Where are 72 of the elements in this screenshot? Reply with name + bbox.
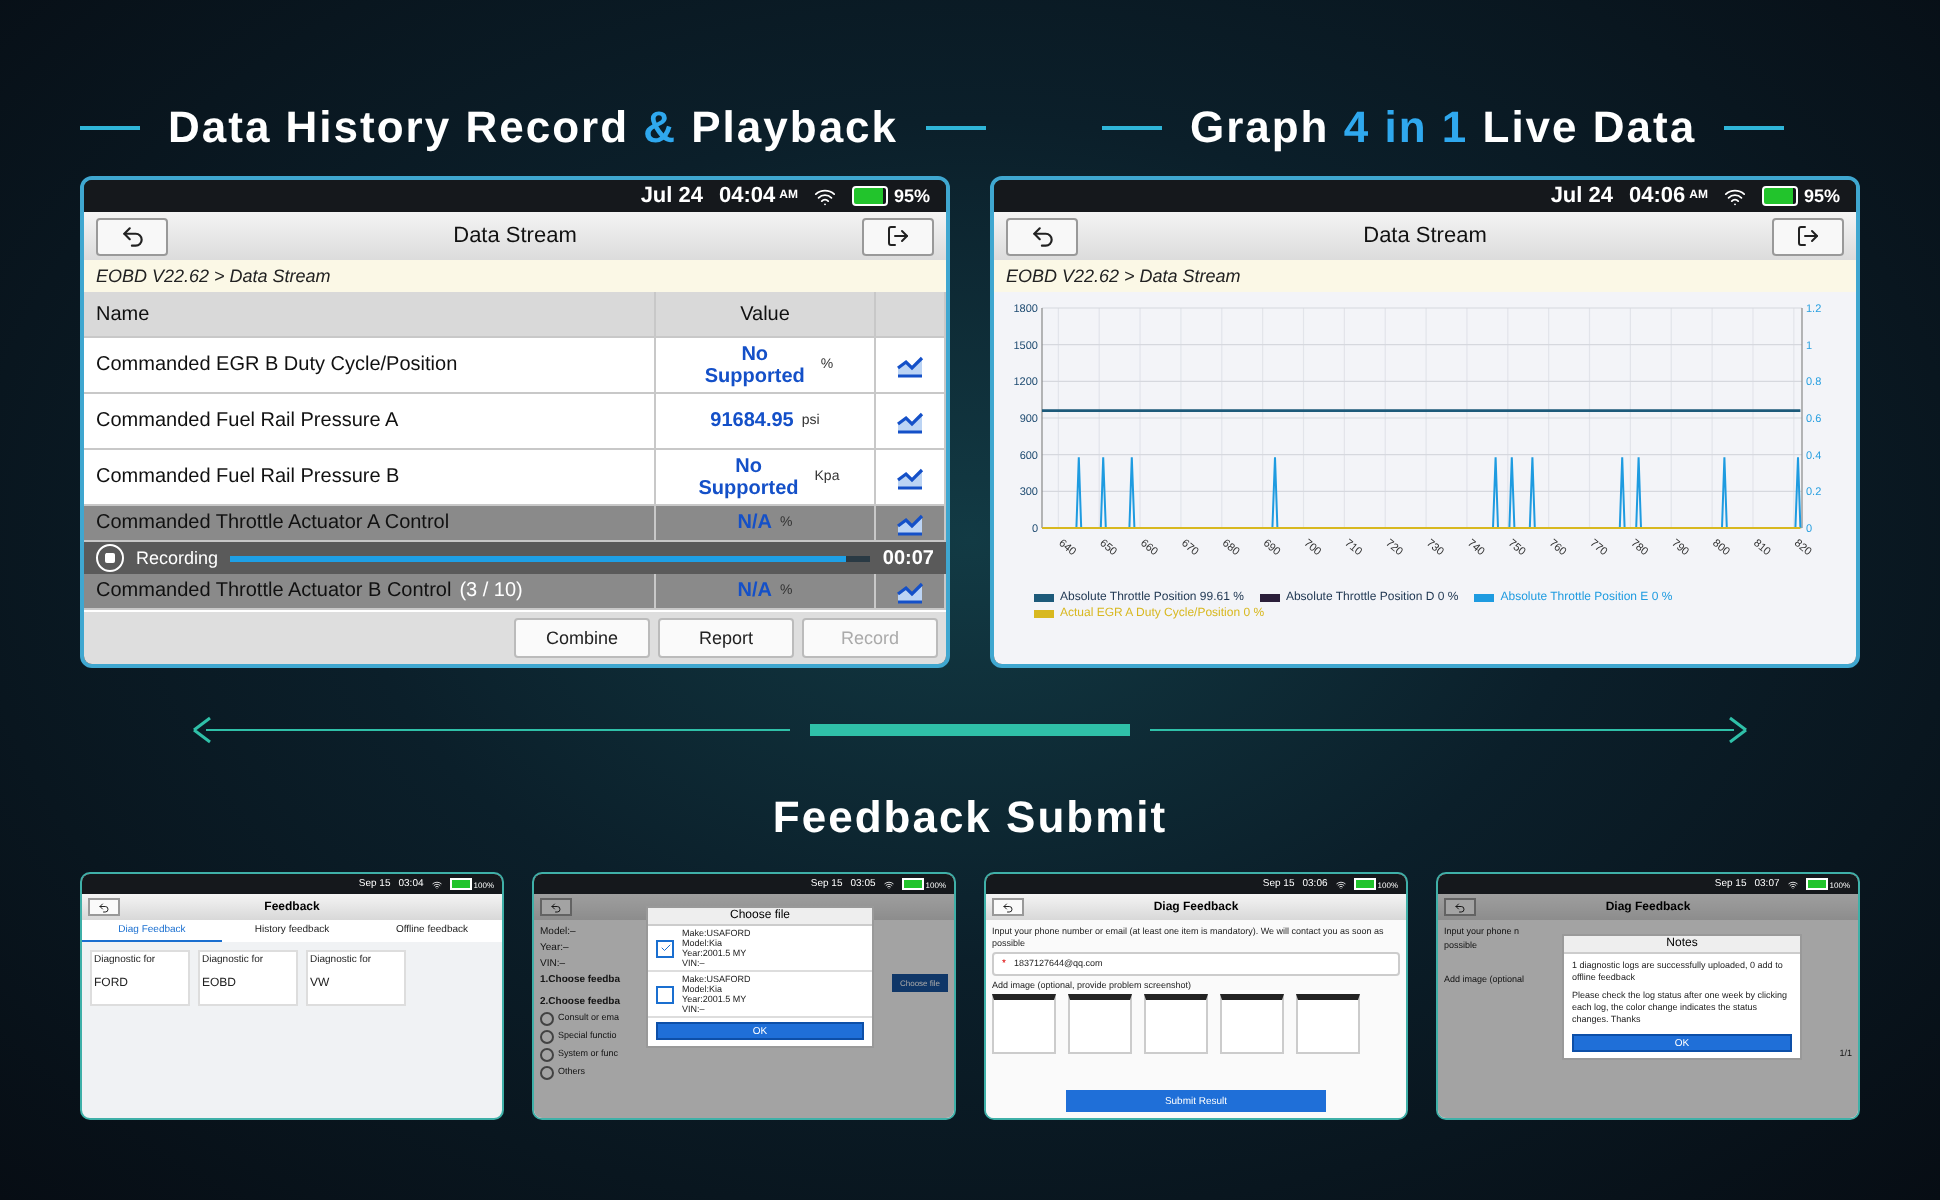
- battery-icon: [901, 878, 924, 890]
- status-time: 04:04: [719, 184, 776, 208]
- line-chart-icon[interactable]: [896, 353, 924, 377]
- exit-icon: [886, 224, 910, 248]
- radio-button[interactable]: [540, 1012, 554, 1026]
- parameter-value: N/A: [737, 512, 772, 534]
- battery-icon: [1353, 878, 1376, 890]
- wifi-icon: [1335, 879, 1346, 889]
- line-chart-icon[interactable]: [896, 511, 924, 535]
- section-heading: Graph 4 in 1 Live Data: [1189, 102, 1697, 154]
- parameter-value: N/A: [737, 580, 772, 602]
- battery-icon: [1761, 186, 1798, 206]
- battery-icon: [1805, 878, 1828, 890]
- parameter-name: Commanded Fuel Rail Pressure A: [84, 394, 656, 448]
- stop-icon: [104, 552, 116, 564]
- exit-button[interactable]: [862, 217, 934, 255]
- exit-button[interactable]: [1772, 217, 1844, 255]
- parameter-value: No Supported: [696, 455, 801, 499]
- wifi-icon: [1787, 879, 1798, 889]
- page-counter: (3 / 10): [459, 580, 523, 602]
- back-button[interactable]: [96, 217, 168, 255]
- line-chart-icon[interactable]: [896, 579, 924, 603]
- screenshot-thumbnail[interactable]: [1068, 994, 1132, 1055]
- status-date: Jul 24: [1550, 184, 1613, 208]
- back-arrow-icon: [98, 901, 110, 913]
- battery-icon: [851, 186, 888, 206]
- parameter-value: 91684.95: [710, 410, 794, 432]
- checkbox[interactable]: [656, 939, 674, 957]
- radio-button[interactable]: [540, 1066, 554, 1080]
- back-arrow-icon: [550, 901, 562, 913]
- battery-level: 95%: [893, 186, 930, 206]
- back-button[interactable]: [1006, 217, 1078, 255]
- screenshot-thumbnail[interactable]: [1296, 994, 1360, 1055]
- screen-title: Data Stream: [1363, 224, 1487, 248]
- elapsed-time: 00:07: [882, 547, 934, 569]
- section-heading: Feedback Submit: [770, 792, 1170, 844]
- exit-icon: [1796, 224, 1820, 248]
- checkbox[interactable]: [656, 985, 674, 1003]
- wifi-icon: [431, 879, 442, 889]
- parameter-value: No Supported: [702, 343, 807, 387]
- line-chart-icon[interactable]: [896, 465, 924, 489]
- screen-title: Data Stream: [453, 224, 577, 248]
- battery-level: 95%: [1803, 186, 1840, 206]
- wifi-icon: [883, 879, 894, 889]
- section-heading: Data History Record & Playback: [168, 102, 899, 154]
- column-header: Name: [84, 292, 656, 336]
- parameter-name: Commanded Throttle Actuator B Control: [96, 580, 452, 602]
- radio-button[interactable]: [540, 1030, 554, 1044]
- wifi-icon: [813, 185, 836, 207]
- status-date: Jul 24: [640, 184, 703, 208]
- back-arrow-icon: [1002, 901, 1014, 913]
- footer-button[interactable]: Report: [658, 618, 794, 658]
- radio-button[interactable]: [540, 1048, 554, 1062]
- screenshot-thumbnail[interactable]: [1144, 994, 1208, 1055]
- parameter-name: Commanded Throttle Actuator A Control: [84, 506, 656, 540]
- screenshot-thumbnail[interactable]: [992, 994, 1056, 1055]
- stop-button[interactable]: [96, 544, 124, 572]
- back-arrow-icon: [1029, 223, 1055, 249]
- parameter-name: Commanded Fuel Rail Pressure B: [84, 450, 656, 504]
- column-header: Value: [656, 292, 876, 336]
- battery-icon: [449, 878, 472, 890]
- screenshot-thumbnail[interactable]: [1220, 994, 1284, 1055]
- back-arrow-icon: [1454, 901, 1466, 913]
- line-chart-icon[interactable]: [896, 409, 924, 433]
- wifi-icon: [1723, 185, 1746, 207]
- breadcrumb: EOBD V22.62 > Data Stream: [84, 260, 946, 292]
- footer-button[interactable]: Combine: [514, 618, 650, 658]
- parameter-name: Commanded EGR B Duty Cycle/Position: [84, 338, 656, 392]
- status-time: 04:06: [1629, 184, 1686, 208]
- recording-label: Recording: [136, 548, 219, 568]
- back-arrow-icon: [119, 223, 145, 249]
- breadcrumb: EOBD V22.62 > Data Stream: [994, 260, 1856, 292]
